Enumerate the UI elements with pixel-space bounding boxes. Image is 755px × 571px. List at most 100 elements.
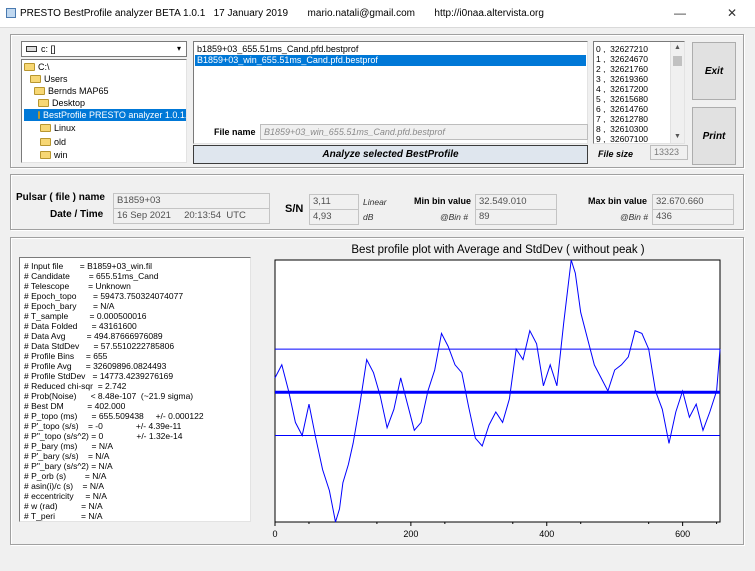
param-line: # w (rad) = N/A [24,501,103,511]
param-line: # Data StdDev = 57.5510222785806 [24,341,175,351]
param-line: # asin(i)/c (s) = N/A [24,481,105,491]
sn-db-field: 4,93 [309,209,359,225]
bin-item: 8 , 32610300 [596,124,648,134]
folder-item-bestprofile[interactable]: BestProfile PRESTO analyzer 1.0.1.e [24,109,187,121]
param-line: # T_peri = N/A [24,511,103,521]
bin-item: 0 , 32627210 [596,44,648,54]
param-line: # Data Folded = 43161600 [24,321,137,331]
window-title: PRESTO BestProfile analyzer BETA 1.0.1 1… [20,8,544,19]
min-bin-label: Min bin value [414,196,472,206]
folder-icon [40,124,51,132]
datetime-label: Date / Time [50,209,104,220]
x-tick-label: 200 [403,529,418,539]
scroll-up-icon[interactable]: ▲ [671,42,684,54]
param-line: # P_topo (ms) = 655.509438 +/- 0.000122 [24,411,204,421]
bestprof-params-text: # Input file = B1859+03_win.fil # Candid… [19,257,251,522]
param-line: # Profile Avg = 32609896.0824493 [24,361,167,371]
param-line: # Data Avg = 494.87666976089 [24,331,163,341]
profile-plot: 0 200 400 600 [272,259,721,539]
file-item-selected[interactable]: B1859+03_win_655.51ms_Cand.pfd.bestprof [195,55,586,66]
folder-item-linux[interactable]: Linux [40,122,76,134]
param-line: # Telescope = Unknown [24,281,131,291]
file-size-field: 13323 [650,145,688,160]
file-size-label: File size [598,149,634,159]
param-line: # Profile StdDev = 14773.4239276169 [24,371,174,381]
bin-item: 3 , 32619360 [596,74,648,84]
folder-item-root[interactable]: C:\ [24,61,50,73]
minimize-button[interactable]: — [660,0,700,28]
folder-label: Bernds MAP65 [48,86,109,96]
folder-open-icon [30,75,41,83]
folder-open-icon [24,63,35,71]
param-line: # P_orb (s) = N/A [24,471,107,481]
folder-item-users[interactable]: Users [30,73,68,85]
max-bin-index-field: 436 [652,209,734,225]
bin-item: 2 , 32621760 [596,64,648,74]
param-line: # Prob(Noise) < 8.48e-107 (~21.9 sigma) [24,391,194,401]
folder-label: BestProfile PRESTO analyzer 1.0.1.e [43,110,187,120]
param-line: # P'_topo (s/s) = -0 +/- 4.39e-11 [24,421,182,431]
bin-item: 5 , 32615680 [596,94,648,104]
analyze-button[interactable]: Analyze selected BestProfile [193,145,588,164]
min-bin-index-field: 89 [475,209,557,225]
folder-open-icon [38,111,40,119]
exit-button[interactable]: Exit [692,42,736,100]
param-line: # Reduced chi-sqr = 2.742 [24,381,127,391]
param-line: # P_bary (ms) = N/A [24,441,114,451]
folder-icon [40,138,51,146]
param-line: # Epoch_bary = N/A [24,301,115,311]
param-line: # P''_topo (s/s^2) = 0 +/- 1.32e-14 [24,431,183,441]
param-line: # Profile Bins = 655 [24,351,108,361]
folder-label: Linux [54,123,76,133]
folder-label: Users [44,74,68,84]
folder-item-old[interactable]: old [40,136,66,148]
filename-label: File name [214,127,256,137]
bin-item: 1 , 32624670 [596,54,648,64]
datetime-field: 16 Sep 2021 20:13:54 UTC [113,208,270,224]
param-line: # Epoch_topo = 59473.750324074077 [24,291,184,301]
folder-open-icon [34,87,45,95]
min-bin-at-label: @Bin # [440,212,469,222]
bin-item: 9 , 32607100 [596,134,648,144]
x-tick-label: 0 [272,529,277,539]
folder-label: Desktop [52,98,86,108]
folder-tree[interactable]: C:\ Users Bernds MAP65 Desktop BestProfi… [21,59,187,163]
folder-item-bernds[interactable]: Bernds MAP65 [34,85,109,97]
sn-linear-field: 3,11 [309,194,359,210]
drive-label: c: [] [41,44,56,54]
bin-item: 4 , 32617200 [596,84,648,94]
filename-field[interactable]: B1859+03_win_655.51ms_Cand.pfd.bestprof [260,124,588,140]
folder-label: win [54,150,68,160]
param-line: # P'_bary (s/s) = N/A [24,451,110,461]
title-bar: PRESTO BestProfile analyzer BETA 1.0.1 1… [0,0,755,28]
param-line: # eccentricity = N/A [24,491,107,501]
folder-label: C:\ [38,62,50,72]
plot-title: Best profile plot with Average and StdDe… [351,244,645,256]
pulsar-name-label: Pulsar ( file ) name [16,192,105,203]
close-button[interactable]: ✕ [712,0,752,28]
drive-icon [26,46,37,52]
param-line: # Input file = B1859+03_win.fil [24,261,153,271]
max-bin-at-label: @Bin # [620,212,649,222]
sn-label: S/N [285,203,304,215]
bin-item: 6 , 32614760 [596,104,648,114]
bins-list[interactable]: 0 , 32627210 1 , 32624670 2 , 32621760 3… [593,41,685,144]
print-button[interactable]: Print [692,107,736,165]
max-bin-field: 32.670.660 [652,194,734,210]
sn-linear-unit: Linear [363,197,387,207]
scroll-down-icon[interactable]: ▼ [671,131,684,143]
drive-select[interactable]: c: [] ▾ [21,41,187,57]
folder-label: old [54,137,67,147]
scroll-thumb[interactable] [673,56,682,66]
chevron-down-icon[interactable]: ▾ [172,42,186,56]
max-bin-label: Max bin value [588,196,648,206]
folder-item-desktop[interactable]: Desktop [38,97,85,109]
bins-scrollbar[interactable]: ▲ ▼ [670,42,684,143]
pulsar-name-field: B1859+03 [113,193,270,209]
file-item[interactable]: b1859+03_655.51ms_Cand.pfd.bestprof [195,44,586,55]
min-bin-field: 32.549.010 [475,194,557,210]
param-line: # Best DM = 402.000 [24,401,126,411]
folder-item-win[interactable]: win [40,149,68,161]
bin-item: 7 , 32612780 [596,114,648,124]
param-line: # Candidate = 655.51ms_Cand [24,271,159,281]
